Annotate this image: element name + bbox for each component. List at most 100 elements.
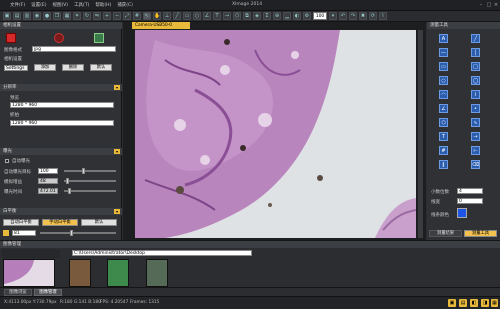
exposure-time-input[interactable]: 472.01: [38, 188, 58, 194]
vline-tool-icon[interactable]: │: [471, 48, 480, 57]
default-button[interactable]: 默认: [90, 64, 112, 71]
refresh-icon[interactable]: ⟳: [369, 12, 377, 20]
histogram-icon[interactable]: ▁: [283, 12, 291, 20]
text-tool-icon[interactable]: T: [439, 132, 448, 141]
thumbnail-3[interactable]: [107, 259, 129, 287]
save-icon[interactable]: ▤: [13, 12, 21, 20]
thumbnail-4[interactable]: [146, 259, 168, 287]
decimal-input[interactable]: 4: [457, 188, 483, 194]
hline-tool-icon[interactable]: —: [439, 48, 448, 57]
menu-capture[interactable]: 捕获(C): [117, 2, 133, 8]
microscope-image[interactable]: [135, 30, 416, 238]
stitch-icon[interactable]: ⧉: [243, 12, 251, 20]
status-icon-2[interactable]: ▤: [459, 299, 467, 307]
wb-default-button[interactable]: 默认: [81, 219, 117, 226]
info-icon[interactable]: i: [379, 12, 387, 20]
parallel-tool-icon[interactable]: ∥: [439, 160, 448, 169]
target-slider[interactable]: [64, 168, 116, 174]
curve-tool-icon[interactable]: ∿: [471, 118, 480, 127]
print-icon[interactable]: ▥: [23, 12, 31, 20]
crop-icon[interactable]: ⌗: [73, 12, 81, 20]
angle-icon[interactable]: ∠: [203, 12, 211, 20]
delete-button[interactable]: 删除: [62, 64, 84, 71]
wb-value-input[interactable]: 81: [12, 230, 36, 236]
status-icon-5[interactable]: ▦: [491, 299, 498, 307]
folder-tree[interactable]: [2, 249, 60, 258]
line-width-input[interactable]: 0: [457, 198, 483, 204]
paste-icon[interactable]: ▦: [63, 12, 71, 20]
record-icon[interactable]: ●: [43, 12, 51, 20]
add-button[interactable]: 添加: [34, 64, 56, 71]
manual-wb-button[interactable]: 手动白平衡: [42, 219, 78, 226]
auto-wb-button[interactable]: 自动白平衡: [3, 219, 39, 226]
slider-handle[interactable]: [82, 168, 85, 174]
pointer-icon[interactable]: ↖: [143, 12, 151, 20]
angle-tool-icon[interactable]: ∠: [439, 104, 448, 113]
fusion-icon[interactable]: ◈: [253, 12, 261, 20]
fit-icon[interactable]: ⤢: [123, 12, 131, 20]
format-select[interactable]: jpg: [32, 46, 116, 52]
rotate-icon[interactable]: ↻: [83, 12, 91, 20]
target-input[interactable]: 100: [38, 168, 58, 174]
menu-settings[interactable]: 设置(E): [31, 2, 46, 8]
arc-tool-icon[interactable]: ◠: [439, 90, 448, 99]
menu-help[interactable]: 帮助(H): [95, 2, 111, 8]
rect-tool-icon[interactable]: ▭: [439, 62, 448, 71]
redo-icon[interactable]: ↷: [349, 12, 357, 20]
tab-image-manage[interactable]: 图像管理: [34, 289, 62, 296]
slider-handle[interactable]: [66, 178, 69, 184]
count-icon[interactable]: Σ: [263, 12, 271, 20]
tab-image-browse[interactable]: 图像浏览: [4, 289, 32, 296]
eraser-tool-icon[interactable]: ⌫: [471, 160, 480, 169]
record-red-icon[interactable]: [6, 33, 16, 43]
measure-icon[interactable]: ⟂: [163, 12, 171, 20]
color-icon[interactable]: ◐: [293, 12, 301, 20]
status-icon-1[interactable]: ▣: [448, 299, 456, 307]
select-tool-icon[interactable]: A: [439, 34, 448, 43]
zoom-in-icon[interactable]: +: [103, 12, 111, 20]
polygon-tool-icon[interactable]: ⬡: [439, 118, 448, 127]
status-icon-4[interactable]: ◨: [481, 299, 489, 307]
menu-view[interactable]: 视图(V): [52, 2, 68, 8]
tab-camera[interactable]: Camera-USB50-0: [132, 22, 190, 29]
delete-icon[interactable]: ✖: [359, 12, 367, 20]
settings-icon[interactable]: ⚙: [303, 12, 311, 20]
exposure-time-slider[interactable]: [64, 188, 116, 194]
polyline-tool-icon[interactable]: ⌇: [471, 90, 480, 99]
measure-tools-button[interactable]: 测量工具: [464, 230, 497, 237]
minimize-icon[interactable]: –: [478, 2, 484, 8]
collapse-icon[interactable]: ▾: [114, 149, 120, 154]
open-icon[interactable]: ▣: [3, 12, 11, 20]
menu-file[interactable]: 文件(F): [10, 2, 25, 8]
menu-tools[interactable]: 工具(T): [74, 2, 89, 8]
grid-icon[interactable]: #: [133, 12, 141, 20]
zoom-input[interactable]: 100: [313, 12, 327, 20]
thumbnail-tissue[interactable]: [3, 259, 55, 287]
snapshot-icon[interactable]: [94, 33, 104, 43]
measure-results-button[interactable]: 测量结果: [429, 230, 462, 237]
gain-slider[interactable]: [64, 178, 116, 184]
wb-slider[interactable]: [40, 230, 116, 236]
collapse-icon[interactable]: ▾: [114, 209, 120, 214]
flip-icon[interactable]: ⇋: [93, 12, 101, 20]
settings-select[interactable]: Settings: [4, 65, 28, 71]
calibrate-icon[interactable]: ⊕: [273, 12, 281, 20]
zoom-out-icon[interactable]: −: [113, 12, 121, 20]
hand-icon[interactable]: ✋: [153, 12, 161, 20]
copy-icon[interactable]: ❐: [53, 12, 61, 20]
zoom-dropdown-icon[interactable]: ▾: [329, 12, 337, 20]
gain-input[interactable]: 48: [38, 178, 58, 184]
status-icon-3[interactable]: ◧: [470, 299, 478, 307]
line-icon[interactable]: ╱: [173, 12, 181, 20]
slider-handle[interactable]: [68, 188, 71, 194]
capture-icon[interactable]: ◉: [33, 12, 41, 20]
arrow-tool-icon[interactable]: →: [471, 132, 480, 141]
slider-handle[interactable]: [70, 230, 73, 236]
preview-res-select[interactable]: 1280 * 960: [10, 102, 114, 108]
maximize-icon[interactable]: □: [486, 2, 492, 8]
scale-tool-icon[interactable]: ⊢: [471, 146, 480, 155]
path-input[interactable]: C:\Users\Administrator\Desktop: [72, 250, 252, 256]
rect-icon[interactable]: ▭: [183, 12, 191, 20]
square-tool-icon[interactable]: □: [471, 62, 480, 71]
count-tool-icon[interactable]: #: [439, 146, 448, 155]
